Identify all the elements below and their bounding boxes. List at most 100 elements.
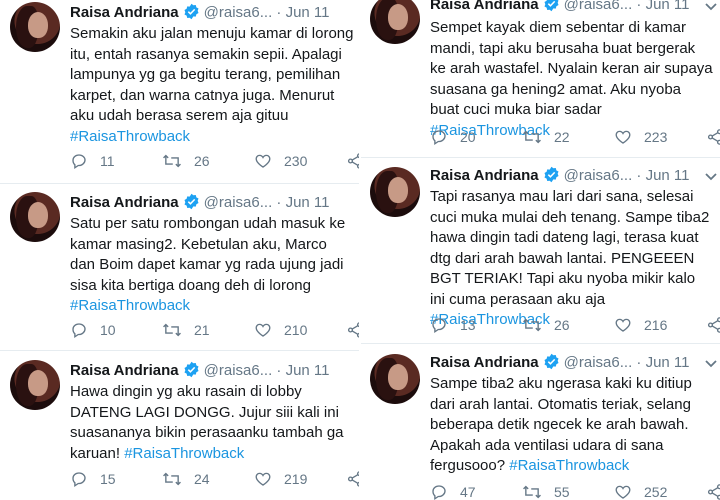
tweet-header: Raisa Andriana @raisa6... · Jun 11	[430, 165, 690, 187]
reply-button[interactable]: 15	[70, 468, 116, 490]
share-button[interactable]	[346, 319, 360, 341]
chevron-down-icon[interactable]	[704, 357, 718, 371]
retweet-button[interactable]: 22	[522, 126, 570, 148]
divider	[360, 343, 720, 344]
user-name[interactable]: Raisa Andriana	[70, 4, 179, 21]
avatar[interactable]	[370, 354, 420, 404]
tweet-header: Raisa Andriana @raisa6... · Jun 11	[70, 360, 330, 382]
hashtag-link[interactable]: #RaisaThrowback	[70, 297, 190, 314]
right-tweet-column: Raisa Andriana @raisa6... · Jun 11 Sempet…	[360, 0, 720, 500]
tweet-body: Satu per satu rombongan udah masuk ke ka…	[70, 215, 346, 294]
tweet-text: Satu per satu rombongan udah masuk ke ka…	[70, 214, 354, 317]
hashtag-link[interactable]: #RaisaThrowback	[509, 457, 629, 474]
retweet-button[interactable]: 21	[162, 319, 210, 341]
tweet-actions: 20 22 223	[430, 126, 720, 148]
tweet[interactable]: Raisa Andriana @raisa6... · Jun 11 Hawa d…	[0, 358, 360, 500]
share-icon	[707, 317, 720, 333]
share-button[interactable]	[706, 481, 720, 500]
tweet-header: Raisa Andriana @raisa6... · Jun 11	[430, 352, 690, 374]
reply-icon	[432, 318, 446, 334]
heart-icon	[255, 323, 271, 337]
retweet-count: 24	[194, 471, 210, 487]
tweet-date[interactable]: · Jun 11	[276, 194, 329, 211]
chevron-down-icon[interactable]	[704, 170, 718, 184]
tweet[interactable]: Raisa Andriana @raisa6... · Jun 11 Semaki…	[0, 0, 360, 182]
retweet-count: 26	[554, 317, 570, 333]
retweet-icon	[523, 130, 541, 144]
hashtag-link[interactable]: #RaisaThrowback	[124, 445, 244, 462]
hashtag-link[interactable]: #RaisaThrowback	[70, 128, 190, 145]
user-name[interactable]: Raisa Andriana	[70, 362, 179, 379]
reply-button[interactable]: 11	[70, 150, 115, 172]
user-handle: @raisa6...	[203, 194, 273, 211]
retweet-icon	[523, 318, 541, 332]
heart-icon	[615, 318, 631, 332]
share-button[interactable]	[346, 150, 360, 172]
like-button[interactable]: 230	[254, 150, 307, 172]
tweet-date[interactable]: · Jun 11	[636, 354, 689, 371]
tweet-date[interactable]: · Jun 11	[276, 362, 329, 379]
verified-badge-icon	[543, 0, 560, 19]
reply-count: 15	[100, 471, 116, 487]
reply-icon	[432, 130, 446, 146]
tweet[interactable]: Raisa Andriana @raisa6... · Jun 11 Tapi r…	[360, 165, 720, 340]
user-name[interactable]: Raisa Andriana	[430, 0, 539, 13]
tweet-text: Sempet kayak diem sebentar di kamar mand…	[430, 18, 714, 141]
reply-icon	[72, 154, 86, 170]
tweet[interactable]: Raisa Andriana @raisa6... · Jun 11 Sempet…	[360, 0, 720, 152]
tweet[interactable]: Raisa Andriana @raisa6... · Jun 11 Satu p…	[0, 190, 360, 348]
retweet-button[interactable]: 24	[162, 468, 210, 490]
like-count: 223	[644, 129, 668, 145]
avatar[interactable]	[10, 192, 60, 242]
user-handle: @raisa6...	[563, 0, 633, 13]
user-handle: @raisa6...	[563, 167, 633, 184]
retweet-button[interactable]: 55	[522, 481, 570, 500]
retweet-button[interactable]: 26	[522, 314, 570, 336]
tweet-body: Semakin aku jalan menuju kamar di lorong…	[70, 25, 354, 124]
user-name[interactable]: Raisa Andriana	[430, 167, 539, 184]
share-button[interactable]	[346, 468, 360, 490]
retweet-icon	[163, 472, 181, 486]
tweet-text: Hawa dingin yg aku rasain di lobby DATEN…	[70, 382, 354, 464]
user-name[interactable]: Raisa Andriana	[430, 354, 539, 371]
tweet-header: Raisa Andriana @raisa6... · Jun 11	[70, 192, 330, 214]
reply-button[interactable]: 10	[70, 319, 116, 341]
share-button[interactable]	[706, 126, 720, 148]
like-button[interactable]: 210	[254, 319, 307, 341]
user-handle: @raisa6...	[203, 362, 273, 379]
tweet-date[interactable]: · Jun 11	[276, 4, 329, 21]
heart-icon	[255, 154, 271, 168]
reply-button[interactable]: 20	[430, 126, 476, 148]
avatar[interactable]	[10, 2, 60, 52]
avatar[interactable]	[370, 167, 420, 217]
like-button[interactable]: 223	[614, 126, 667, 148]
reply-button[interactable]: 13	[430, 314, 476, 336]
heart-icon	[255, 472, 271, 486]
like-button[interactable]: 252	[614, 481, 667, 500]
like-button[interactable]: 219	[254, 468, 307, 490]
retweet-count: 22	[554, 129, 570, 145]
tweet[interactable]: Raisa Andriana @raisa6... · Jun 11 Sampe …	[360, 352, 720, 500]
like-count: 252	[644, 484, 668, 500]
share-button[interactable]	[706, 314, 720, 336]
avatar[interactable]	[370, 0, 420, 44]
user-name[interactable]: Raisa Andriana	[70, 194, 179, 211]
retweet-button[interactable]: 26	[162, 150, 210, 172]
avatar[interactable]	[10, 360, 60, 410]
retweet-count: 55	[554, 484, 570, 500]
tweet-body: Sempet kayak diem sebentar di kamar mand…	[430, 19, 713, 118]
divider	[0, 183, 360, 184]
tweet-date[interactable]: · Jun 11	[636, 167, 689, 184]
tweet-header: Raisa Andriana @raisa6... · Jun 11	[70, 2, 330, 24]
heart-icon	[615, 130, 631, 144]
retweet-icon	[163, 154, 181, 168]
like-button[interactable]: 216	[614, 314, 667, 336]
tweet-actions: 13 26 216	[430, 314, 720, 336]
tweet-body: Tapi rasanya mau lari dari sana, selesai…	[430, 188, 710, 308]
reply-icon	[72, 323, 86, 339]
tweet-date[interactable]: · Jun 11	[636, 0, 689, 13]
reply-button[interactable]: 47	[430, 481, 476, 500]
divider	[0, 350, 360, 351]
chevron-down-icon[interactable]	[704, 0, 718, 14]
reply-count: 47	[460, 484, 476, 500]
